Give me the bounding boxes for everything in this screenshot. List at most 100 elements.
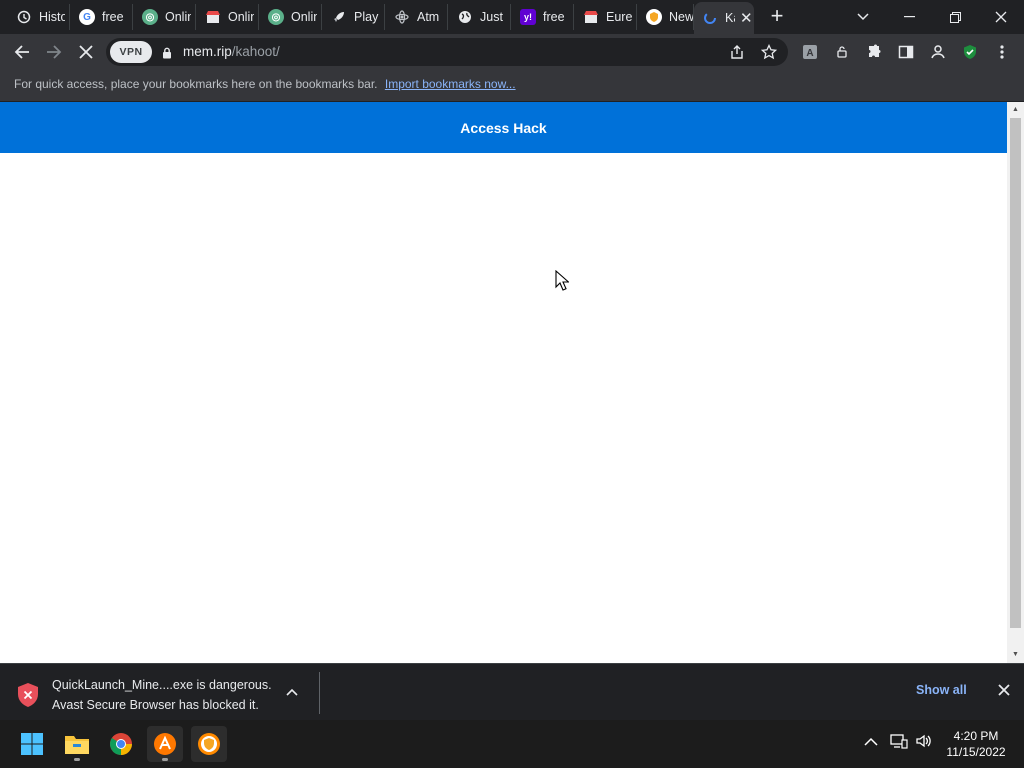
history-icon bbox=[16, 9, 32, 25]
volume-icon[interactable] bbox=[915, 733, 933, 752]
file-explorer-icon bbox=[65, 736, 89, 754]
minimize-button[interactable] bbox=[886, 4, 932, 30]
avast-antivirus-button[interactable] bbox=[147, 726, 183, 762]
url-path: /kahoot/ bbox=[231, 44, 280, 59]
chrome-button[interactable] bbox=[103, 726, 139, 762]
tab-play[interactable]: Play bbox=[323, 4, 385, 30]
kebab-menu-icon bbox=[1000, 45, 1004, 59]
menu-button[interactable] bbox=[990, 40, 1014, 64]
windows-taskbar: 4:20 PM 11/15/2022 bbox=[0, 720, 1024, 768]
forward-button[interactable] bbox=[42, 40, 66, 64]
network-icon[interactable] bbox=[890, 733, 908, 752]
tab-online-2[interactable]: Online bbox=[197, 4, 259, 30]
bookmarks-bar: For quick access, place your bookmarks h… bbox=[0, 70, 1024, 102]
shelf-divider bbox=[319, 672, 320, 714]
tab-search-button[interactable] bbox=[840, 4, 886, 30]
tab-new[interactable]: New bbox=[638, 4, 694, 30]
tab-title: free bbox=[102, 10, 124, 24]
web-page: Access Hack bbox=[0, 102, 1007, 663]
scroll-down-icon[interactable]: ▼ bbox=[1011, 650, 1020, 659]
chevron-up-icon[interactable] bbox=[286, 683, 298, 701]
scrollbar-thumb[interactable] bbox=[1010, 118, 1021, 628]
share-icon[interactable] bbox=[728, 43, 746, 61]
globe-icon bbox=[457, 9, 473, 25]
tab-atm[interactable]: Atm bbox=[386, 4, 448, 30]
start-button[interactable] bbox=[14, 726, 50, 762]
scroll-up-icon[interactable]: ▲ bbox=[1011, 105, 1020, 114]
close-window-button[interactable] bbox=[978, 4, 1024, 30]
tab-title: New bbox=[669, 10, 693, 24]
tab-yahoo[interactable]: y! free bbox=[512, 4, 574, 30]
restore-button[interactable] bbox=[932, 4, 978, 30]
url-text[interactable]: mem.rip/kahoot/ bbox=[183, 44, 280, 59]
padlock-extension-icon bbox=[837, 46, 847, 58]
new-tab-button[interactable]: + bbox=[766, 5, 788, 28]
tab-kahoot-active[interactable]: Kahoot ✕ bbox=[694, 2, 754, 34]
extension-a-button[interactable]: A bbox=[798, 40, 822, 64]
tab-google[interactable]: G free bbox=[71, 4, 133, 30]
profile-button[interactable] bbox=[926, 40, 950, 64]
puzzle-icon bbox=[869, 44, 881, 57]
side-panel-icon bbox=[898, 45, 914, 59]
import-bookmarks-link[interactable]: Import bookmarks now... bbox=[385, 77, 516, 91]
arrow-right-icon bbox=[47, 45, 62, 59]
page-scrollbar[interactable]: ▲ ▼ bbox=[1007, 102, 1024, 663]
shop-icon bbox=[583, 9, 599, 25]
download-warning-line2: Avast Secure Browser has blocked it. bbox=[52, 698, 259, 712]
tab-online-3[interactable]: ◎ Online bbox=[260, 4, 322, 30]
tab-history[interactable]: History bbox=[8, 4, 70, 30]
close-shelf-button[interactable] bbox=[998, 683, 1010, 700]
system-clock[interactable]: 4:20 PM 11/15/2022 bbox=[940, 728, 1012, 760]
tab-title: Eure bbox=[606, 10, 632, 24]
lock-icon[interactable] bbox=[162, 46, 172, 64]
extensions-button[interactable] bbox=[862, 40, 886, 64]
extension-lock-button[interactable] bbox=[830, 40, 854, 64]
tab-title: Atm bbox=[417, 10, 440, 24]
download-shelf: QuickLaunch_Mine....exe is dangerous. Av… bbox=[0, 663, 1024, 720]
minimize-icon bbox=[903, 16, 915, 18]
address-bar[interactable]: VPN mem.rip/kahoot/ bbox=[106, 38, 788, 66]
tray-overflow-icon[interactable] bbox=[864, 734, 878, 749]
vpn-badge[interactable]: VPN bbox=[110, 41, 152, 63]
show-all-button[interactable]: Show all bbox=[916, 683, 967, 697]
arrow-left-icon bbox=[14, 45, 29, 59]
avast-browser-button[interactable] bbox=[191, 726, 227, 762]
yahoo-icon: y! bbox=[520, 9, 536, 25]
atom-icon bbox=[394, 9, 410, 25]
clock-date: 11/15/2022 bbox=[946, 745, 1006, 759]
star-icon[interactable] bbox=[760, 43, 778, 61]
start-icon bbox=[21, 733, 43, 755]
letter-a-icon: A bbox=[803, 45, 817, 59]
circle-logo-icon: ◎ bbox=[142, 9, 158, 25]
tab-title: Online bbox=[228, 10, 254, 24]
shop-icon bbox=[205, 9, 221, 25]
tab-title: Just bbox=[480, 10, 503, 24]
tab-title: History bbox=[39, 10, 65, 24]
close-tab-icon[interactable]: ✕ bbox=[739, 9, 754, 27]
side-panel-button[interactable] bbox=[894, 40, 918, 64]
tab-title: Play bbox=[354, 10, 379, 24]
security-status-button[interactable] bbox=[958, 40, 982, 64]
chrome-icon bbox=[110, 733, 132, 755]
loading-icon bbox=[702, 10, 718, 26]
circle-logo-icon: ◎ bbox=[268, 9, 284, 25]
clock-time: 4:20 PM bbox=[953, 729, 999, 743]
browser-toolbar: VPN mem.rip/kahoot/ A bbox=[0, 34, 1024, 70]
svg-text:A: A bbox=[806, 48, 813, 59]
close-icon bbox=[79, 45, 93, 59]
close-icon bbox=[995, 11, 1007, 23]
download-warning-line1: QuickLaunch_Mine....exe is dangerous. bbox=[52, 678, 272, 692]
stop-loading-button[interactable] bbox=[74, 40, 98, 64]
download-warning[interactable]: QuickLaunch_Mine....exe is dangerous. Av… bbox=[52, 675, 272, 715]
chevron-down-icon bbox=[857, 13, 869, 21]
avast-icon bbox=[646, 9, 662, 25]
file-explorer-button[interactable] bbox=[59, 726, 95, 762]
tab-eure[interactable]: Eure bbox=[575, 4, 637, 30]
restore-icon bbox=[949, 11, 961, 23]
back-button[interactable] bbox=[10, 40, 34, 64]
tab-online-1[interactable]: ◎ Online bbox=[134, 4, 196, 30]
access-hack-banner[interactable]: Access Hack bbox=[0, 102, 1007, 153]
google-icon: G bbox=[79, 9, 95, 25]
tab-just[interactable]: Just bbox=[449, 4, 511, 30]
url-domain: mem.rip bbox=[183, 44, 232, 59]
